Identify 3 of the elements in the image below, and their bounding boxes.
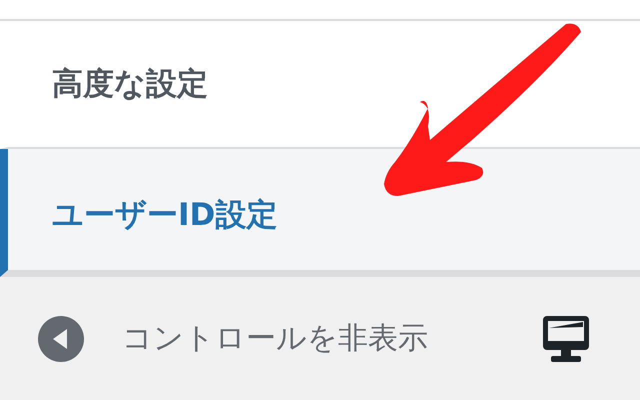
section-item[interactable]: ユーザーID設定 <box>0 149 640 277</box>
collapse-icon <box>38 316 84 362</box>
desktop-icon[interactable] <box>542 314 590 362</box>
